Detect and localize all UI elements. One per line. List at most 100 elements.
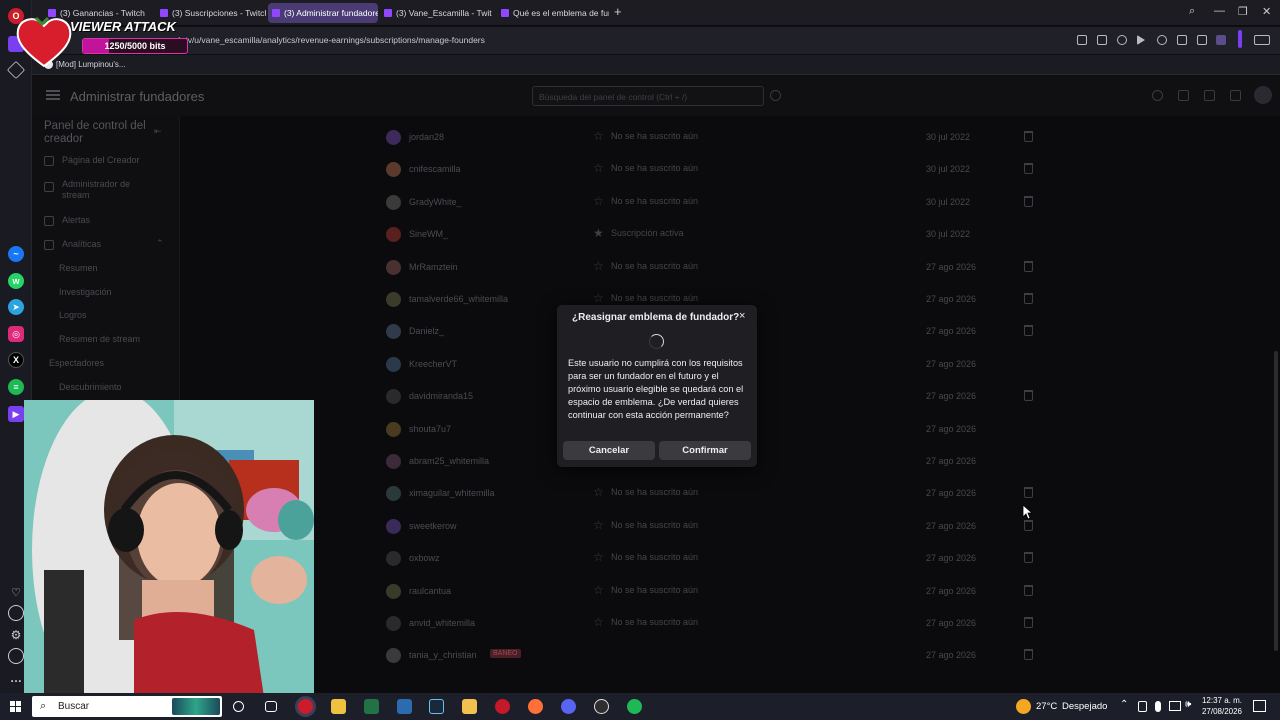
founder-username[interactable]: GradyWhite_ — [409, 197, 462, 207]
scrollbar[interactable] — [1274, 351, 1278, 651]
shield-icon[interactable] — [1117, 35, 1127, 45]
founder-username[interactable]: oxbowz — [409, 553, 440, 563]
volume-icon[interactable]: 🕪 — [1185, 699, 1191, 710]
weather-description[interactable]: Despejado — [1062, 701, 1107, 712]
founder-username[interactable]: ximaguilar_whitemilla — [409, 488, 495, 498]
extensions-icon[interactable] — [1178, 90, 1189, 101]
tab-vane-escamilla[interactable]: (3) Vane_Escamilla - Twitc — [380, 3, 492, 23]
inbox-icon[interactable] — [1204, 90, 1215, 101]
founder-username[interactable]: Danielz_ — [409, 326, 444, 336]
search-tabs-icon[interactable]: ⌕ — [1189, 5, 1195, 18]
opera-taskbar-icon[interactable] — [298, 699, 313, 714]
url-input[interactable]: ch.tv/u/vane_escamilla/analytics/revenue… — [174, 35, 485, 45]
sidebar-item-logros[interactable]: Logros — [59, 310, 87, 321]
network-icon[interactable] — [1169, 701, 1181, 711]
messenger-icon[interactable]: ~ — [8, 246, 24, 262]
cancel-button[interactable]: Cancelar — [563, 441, 655, 460]
founder-username[interactable]: tania_y_christian — [409, 650, 477, 660]
dashboard-search[interactable]: Búsqueda del panel de control (Ctrl + /) — [532, 86, 764, 106]
search-input[interactable]: Búsqueda del panel de control (Ctrl + /) — [539, 92, 687, 102]
maximize-button[interactable]: ❐ — [1238, 5, 1248, 18]
close-window-button[interactable]: ✕ — [1262, 5, 1271, 18]
close-icon[interactable]: × — [739, 310, 745, 322]
excel-icon[interactable] — [364, 699, 379, 714]
sidebar-item-resumen[interactable]: Resumen — [59, 263, 98, 274]
trash-icon[interactable] — [1024, 649, 1033, 661]
obs-icon[interactable] — [594, 699, 609, 714]
founder-username[interactable]: SineWM_ — [409, 229, 448, 239]
camera-icon[interactable] — [1097, 35, 1107, 45]
sidebar-item-administrador-stream[interactable]: Administrador de stream — [62, 179, 152, 201]
chevron-up-icon[interactable]: ⌃ — [156, 238, 164, 249]
new-tab-button[interactable]: + — [614, 4, 622, 19]
store-icon[interactable] — [331, 699, 346, 714]
firefox-icon[interactable] — [528, 699, 543, 714]
confirm-button[interactable]: Confirmar — [659, 441, 751, 460]
sidebar-item-pagina-creador[interactable]: Página del Creador — [62, 155, 140, 166]
spotify-icon[interactable]: ≡ — [8, 379, 24, 395]
notification-icon[interactable] — [1253, 700, 1266, 712]
founder-username[interactable]: KreecherVT — [409, 359, 457, 369]
more-icon[interactable]: … — [8, 670, 24, 686]
avatar[interactable] — [1254, 86, 1272, 104]
founder-username[interactable]: jordan28 — [409, 132, 444, 142]
play-icon[interactable] — [1137, 35, 1145, 45]
sidebar-item-resumen-stream[interactable]: Resumen de stream — [59, 334, 140, 345]
founder-username[interactable]: tamalverde66_whitemilla — [409, 294, 508, 304]
profile-icon[interactable] — [1216, 35, 1226, 45]
founder-username[interactable]: MrRamztein — [409, 262, 458, 272]
chevron-up-icon[interactable]: ⌃ — [1120, 699, 1128, 710]
file-explorer-icon[interactable] — [462, 699, 477, 714]
download-icon[interactable] — [1177, 35, 1187, 45]
heart-icon[interactable] — [1157, 35, 1167, 45]
founder-username[interactable]: cnifescamilla — [409, 164, 461, 174]
trash-icon[interactable] — [1024, 487, 1033, 499]
heart-icon[interactable]: ♡ — [8, 584, 24, 600]
weather-temperature[interactable]: 27°C — [1036, 701, 1057, 712]
sidebar-item-alertas[interactable]: Alertas — [62, 215, 90, 226]
founder-username[interactable]: anvid_whitemilla — [409, 618, 475, 628]
settings-icon[interactable]: ⚙ — [8, 627, 24, 643]
lightbulb-icon[interactable] — [8, 648, 24, 664]
microphone-icon[interactable] — [1155, 701, 1161, 712]
founder-username[interactable]: shouta7u7 — [409, 424, 451, 434]
sidebar-item-descubrimiento[interactable]: Descubrimiento — [59, 382, 122, 393]
instagram-icon[interactable]: ◎ — [8, 326, 24, 342]
telegram-icon[interactable]: ➤ — [8, 299, 24, 315]
trash-icon[interactable] — [1024, 260, 1033, 272]
player-icon[interactable]: ▶ — [8, 406, 24, 422]
trash-icon[interactable] — [1024, 552, 1033, 564]
record-icon[interactable] — [495, 699, 510, 714]
trash-icon[interactable] — [1024, 325, 1033, 337]
search-icon[interactable] — [770, 90, 781, 101]
founder-username[interactable]: sweetkerow — [409, 521, 457, 531]
founder-username[interactable]: abram25_whitemilla — [409, 456, 489, 466]
trash-icon[interactable] — [1024, 293, 1033, 304]
help-icon[interactable] — [1152, 90, 1163, 101]
clock-time[interactable]: 12:37 a. m. — [1201, 696, 1243, 705]
history-icon[interactable] — [8, 605, 24, 621]
founder-username[interactable]: raulcantua — [409, 586, 451, 596]
tab-emblema[interactable]: Qué es el emblema de fun — [497, 3, 609, 23]
x-icon[interactable]: X — [8, 352, 24, 368]
whatsapp-icon[interactable]: w — [8, 273, 24, 289]
minimize-button[interactable]: — — [1214, 5, 1225, 17]
sidebar-item-espectadores[interactable]: Espectadores — [49, 358, 104, 369]
whispers-icon[interactable] — [1230, 90, 1241, 101]
trash-icon[interactable] — [1024, 131, 1033, 142]
hamburger-icon[interactable] — [46, 90, 60, 100]
edit-icon[interactable] — [1077, 35, 1087, 45]
sidebar-item-investigacion[interactable]: Investigación — [59, 287, 112, 298]
spotify-icon[interactable] — [627, 699, 642, 714]
collapse-icon[interactable]: ⇤ — [154, 126, 162, 137]
task-view-icon[interactable] — [265, 701, 277, 712]
steam-icon[interactable] — [429, 699, 444, 714]
discord-icon[interactable] — [561, 699, 576, 714]
clock-date[interactable]: 27/08/2026 — [1199, 707, 1245, 716]
founder-username[interactable]: davidmiranda15 — [409, 391, 473, 401]
ai-icon[interactable] — [1254, 35, 1270, 45]
taskbar-search-input[interactable]: Buscar — [58, 701, 89, 712]
trash-icon[interactable] — [1024, 584, 1033, 596]
taskbar-search[interactable]: ⌕ Buscar — [32, 696, 222, 717]
sidebar-item-analiticas[interactable]: Analíticas — [62, 239, 101, 250]
